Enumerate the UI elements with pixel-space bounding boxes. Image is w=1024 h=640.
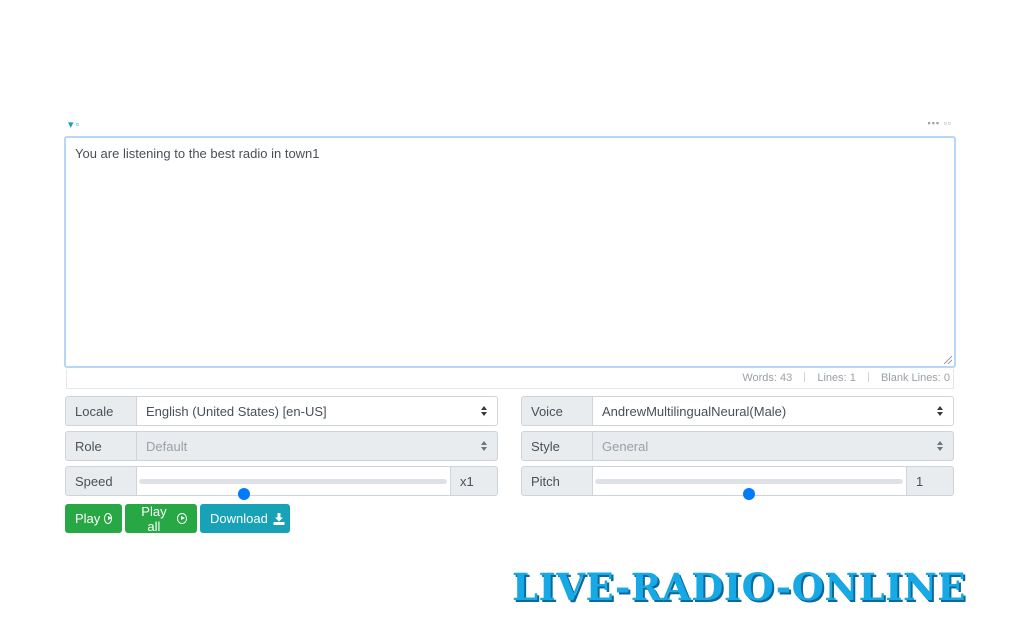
locale-label: Locale (65, 396, 137, 426)
play-circle-icon (176, 513, 187, 524)
select-arrows-icon (937, 440, 945, 454)
play-all-button-label: Play all (141, 503, 167, 534)
style-label: Style (521, 431, 593, 461)
play-button[interactable]: Play (65, 504, 122, 533)
speed-value: x1 (450, 466, 498, 496)
speed-slider-track[interactable] (139, 479, 447, 500)
select-arrows-icon (937, 405, 945, 419)
download-button[interactable]: Download (200, 504, 290, 533)
locale-select[interactable]: English (United States) [en-US] (137, 396, 498, 426)
play-circle-icon (104, 513, 112, 524)
play-all-button[interactable]: Play all (125, 503, 197, 534)
blank-lines-label: Blank Lines: (880, 372, 941, 384)
words-count: 43 (779, 372, 793, 384)
pitch-group: Pitch 1 (521, 466, 954, 500)
locale-group: Locale English (United States) [en-US] (65, 396, 498, 426)
speed-slider-thumb[interactable] (237, 488, 250, 500)
pitch-label: Pitch (521, 466, 593, 496)
voice-value: AndrewMultilingualNeural(Male) (602, 403, 787, 419)
role-label: Role (65, 431, 137, 461)
pitch-value: 1 (906, 466, 954, 496)
speed-group: Speed x1 (65, 466, 498, 500)
role-value: Default (146, 438, 188, 454)
toolbar-right-cut-off: ▪▪▪ ▫▫ (927, 118, 952, 128)
download-icon (273, 512, 285, 525)
play-button-label: Play (75, 511, 101, 526)
voice-select[interactable]: AndrewMultilingualNeural(Male) (593, 396, 954, 426)
select-arrows-icon (481, 405, 489, 419)
pitch-slider-thumb[interactable] (743, 488, 755, 500)
watermark-logo: LIVE-RADIO-ONLINE (512, 565, 966, 609)
voice-group: Voice AndrewMultilingualNeural(Male) (521, 396, 954, 426)
voice-label: Voice (521, 396, 593, 426)
pitch-slider[interactable] (593, 466, 906, 500)
style-value: General (602, 438, 649, 454)
text-editor[interactable] (64, 136, 956, 368)
select-arrows-icon (481, 440, 489, 454)
role-select[interactable]: Default (137, 431, 498, 461)
blank-lines-count: 0 (943, 372, 950, 384)
stats-divider (804, 372, 806, 382)
text-stats-bar: Words: 43 Lines: 1 Blank Lines: 0 (66, 369, 954, 389)
lines-count: 1 (849, 372, 856, 384)
text-input[interactable] (66, 138, 954, 366)
resize-handle-icon[interactable] (944, 356, 952, 364)
toolbar-peek: ▾◦ ▪▪▪ ▫▫ (66, 118, 954, 132)
role-group: Role Default (65, 431, 498, 461)
style-group: Style General (521, 431, 954, 461)
lines-label: Lines: (817, 372, 847, 384)
speed-label: Speed (65, 466, 137, 496)
toolbar-icons-cut-off: ▾◦ (68, 119, 82, 131)
locale-value: English (United States) [en-US] (146, 403, 327, 419)
words-label: Words: (742, 372, 777, 384)
download-button-label: Download (210, 511, 268, 526)
style-select[interactable]: General (593, 431, 954, 461)
stats-divider (867, 372, 869, 382)
pitch-slider-track[interactable] (595, 479, 903, 500)
speed-slider[interactable] (137, 466, 450, 500)
